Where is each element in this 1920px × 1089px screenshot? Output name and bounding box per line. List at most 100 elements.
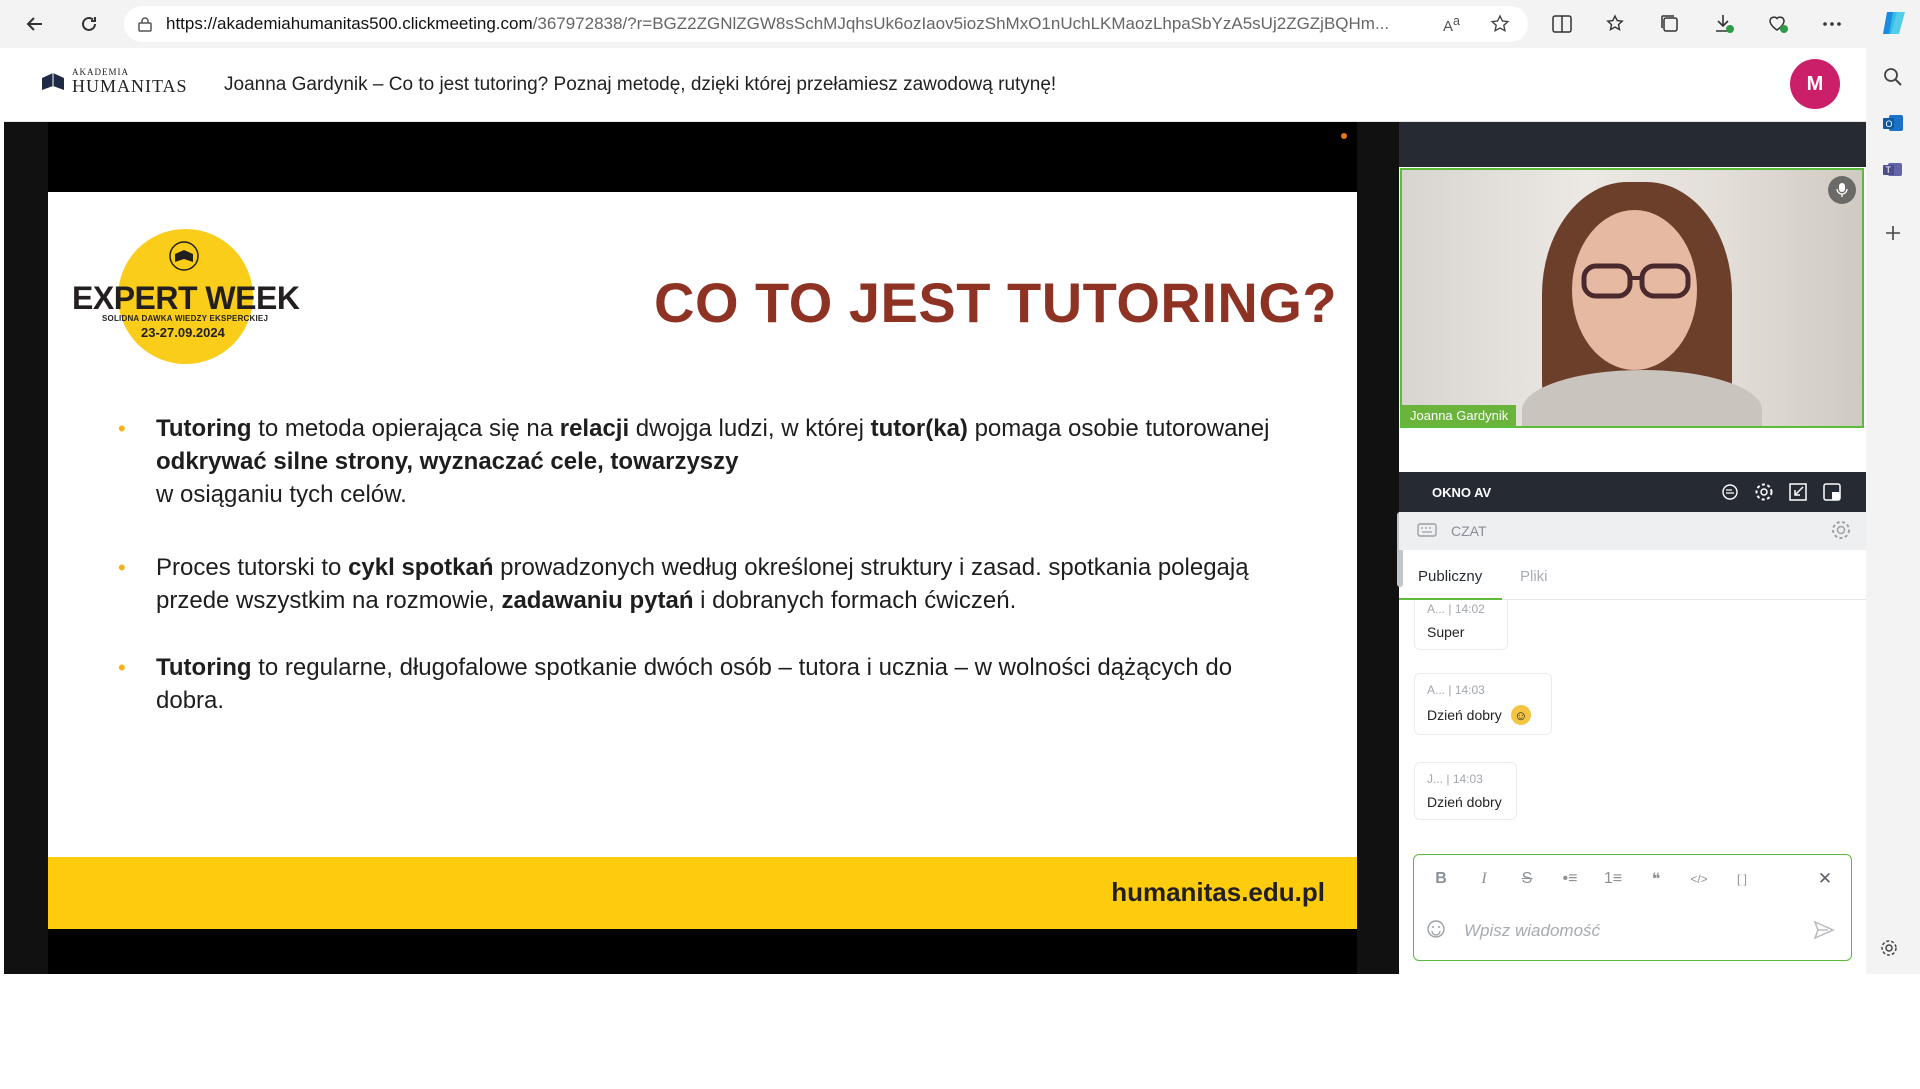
recording-dot <box>1341 133 1347 139</box>
slide-bullet-segment: zadawaniu pytań <box>501 587 694 614</box>
participant-video[interactable]: Joanna Gardynik <box>1400 168 1864 428</box>
chat-message: A... | 14:03 Dzień dobry ☺ <box>1414 673 1552 735</box>
add-panel-icon[interactable] <box>1878 218 1908 248</box>
url-text: https://akademiahumanitas500.clickmeetin… <box>166 14 1390 33</box>
chat-tabs: Publiczny Pliki <box>1399 550 1866 600</box>
minimize-window-icon[interactable] <box>1786 480 1810 504</box>
more-menu-icon[interactable] <box>1815 7 1849 41</box>
expert-week-subtitle: SOLIDNA DAWKA WIEDZY EKSPERCKIEJ <box>102 314 269 323</box>
downloads-icon[interactable] <box>1707 7 1741 41</box>
speaker-name: Joanna Gardynik <box>26 1074 125 1089</box>
chat-messages: A... | 14:02 Super A... | 14:03 Dzień do… <box>1414 600 1854 855</box>
browser-side-panel: O T <box>1866 48 1920 974</box>
slide-bullet-segment: dwojga ludzi, w której <box>629 415 871 442</box>
smile-emoji-icon: ☺ <box>1510 705 1531 725</box>
right-panel: Joanna Gardynik OKNO AV CZAT Publiczny P… <box>1397 122 1866 974</box>
outlook-icon[interactable]: O <box>1878 108 1908 138</box>
chat-message-meta: J... | 14:03 <box>1427 772 1483 786</box>
logo-big-text: HUMANITAS <box>72 76 188 96</box>
inline-code-icon[interactable]: </> <box>1684 865 1714 893</box>
back-icon[interactable] <box>18 7 52 41</box>
strikethrough-icon[interactable]: S <box>1512 865 1542 893</box>
presentation-slide: EXPERT WEEK SOLIDNA DAWKA WIEDZY EKSPERC… <box>48 192 1357 929</box>
slide-bullet-2: Proces tutorski to cykl spotkań prowadzo… <box>118 551 1278 617</box>
expert-week-book-icon <box>169 241 199 271</box>
code-block-icon[interactable]: [ ] <box>1727 865 1757 893</box>
expert-week-date: 23-27.09.2024 <box>141 325 225 340</box>
av-window-bar: OKNO AV <box>1399 472 1866 512</box>
slide-bullet-segment: i dobranych formach ćwiczeń. <box>693 587 1017 614</box>
chat-message-meta: A... | 14:03 <box>1427 683 1485 697</box>
favorite-star-icon[interactable] <box>1490 14 1510 39</box>
browser-toolbar: https://akademiahumanitas500.clickmeetin… <box>0 0 1920 48</box>
book-logo-icon <box>42 72 64 90</box>
chat-bubble-icon[interactable] <box>1718 480 1742 504</box>
user-avatar[interactable]: M <box>1790 59 1840 109</box>
slide-bullet-segment: tutor(ka) <box>870 415 968 442</box>
send-message-icon[interactable] <box>1813 919 1835 946</box>
slide-bullet-segment: odkrywać silne strony, wyznaczać cele, t… <box>156 448 739 475</box>
presentation-stage: EXPERT WEEK SOLIDNA DAWKA WIEDZY EKSPERC… <box>4 122 1399 1089</box>
favorites-icon[interactable] <box>1599 7 1633 41</box>
chat-keyboard-icon <box>1417 523 1437 537</box>
popout-window-icon[interactable] <box>1820 480 1844 504</box>
slide-bullet-segment: cykl spotkań <box>348 554 494 581</box>
slide-bullet-segment: relacji <box>559 415 630 442</box>
close-formatting-icon[interactable]: ✕ <box>1811 865 1839 893</box>
chat-settings-icon[interactable] <box>1830 519 1852 546</box>
slide-bullet-segment: pomaga osobie tutorowanej <box>967 415 1270 442</box>
slide-bullet-segment: Proces tutorski to <box>156 554 349 581</box>
slide-bullet-segment: to metoda opierająca się na <box>251 415 560 442</box>
read-aloud-icon[interactable]: Aa <box>1443 14 1460 39</box>
slide-bullet-segment: Tutoring <box>156 654 252 681</box>
search-icon[interactable] <box>1878 62 1908 92</box>
emoji-picker-icon[interactable] <box>1426 919 1446 944</box>
slide-bullet-3: Tutoring to regularne, długofalowe spotk… <box>118 651 1278 717</box>
speaker-screen-icon <box>8 1076 22 1087</box>
chat-message-meta: A... | 14:02 <box>1427 602 1485 616</box>
health-icon[interactable] <box>1761 7 1795 41</box>
expert-week-title: EXPERT WEEK <box>72 280 300 316</box>
video-participant-name: Joanna Gardynik <box>1402 405 1517 426</box>
copilot-icon[interactable] <box>1879 8 1909 38</box>
tab-public[interactable]: Publiczny <box>1418 568 1482 585</box>
chat-message-text: Dzień dobry <box>1427 794 1502 810</box>
formatting-toolbar: B I S •≡ 1≡ ❝ </> [ ] ✕ <box>1426 865 1841 893</box>
video-glasses <box>1581 263 1691 299</box>
svg-text:O: O <box>1886 119 1893 129</box>
svg-text:T: T <box>1886 165 1892 175</box>
chat-message: A... | 14:02 Super <box>1414 600 1508 650</box>
chat-header: CZAT <box>1399 512 1866 550</box>
chat-message: J... | 14:03 Dzień dobry <box>1414 762 1517 820</box>
collections-icon[interactable] <box>1653 7 1687 41</box>
microphone-icon[interactable] <box>1828 176 1856 204</box>
slide-footer-band: humanitas.edu.pl <box>48 857 1357 929</box>
chat-composer: B I S •≡ 1≡ ❝ </> [ ] ✕ <box>1413 854 1852 961</box>
slide-bullet-segment: to regularne, długofalowe spotkanie dwóc… <box>156 654 1233 714</box>
chat-message-text: Super <box>1427 624 1465 640</box>
webinar-title: Joanna Gardynik – Co to jest tutoring? P… <box>224 74 1057 95</box>
blockquote-icon[interactable]: ❝ <box>1641 865 1671 893</box>
lock-icon <box>138 16 152 32</box>
tab-files[interactable]: Pliki <box>1520 568 1548 585</box>
webinar-header: AKADEMIA HUMANITAS Joanna Gardynik – Co … <box>4 48 1866 122</box>
slide-bullet-1: Tutoring to metoda opierająca się na rel… <box>118 412 1278 511</box>
address-bar[interactable]: https://akademiahumanitas500.clickmeetin… <box>124 6 1528 42</box>
video-area-header <box>1399 122 1866 167</box>
slide-bullet-segment: w osiąganiu tych celów. <box>156 481 407 508</box>
numbered-list-icon[interactable]: 1≡ <box>1598 865 1628 893</box>
teams-icon[interactable]: T <box>1878 154 1908 184</box>
sidebar-settings-icon[interactable] <box>1879 938 1899 963</box>
refresh-icon[interactable] <box>72 7 106 41</box>
chat-message-input[interactable] <box>1464 921 1794 941</box>
italic-icon[interactable]: I <box>1469 865 1499 893</box>
av-settings-gear-icon[interactable] <box>1752 480 1776 504</box>
bold-icon[interactable]: B <box>1426 865 1456 893</box>
speaker-caption: Joanna Gardynik <box>8 1074 124 1089</box>
bullet-list-icon[interactable]: •≡ <box>1555 865 1585 893</box>
akademia-humanitas-logo: AKADEMIA HUMANITAS <box>40 68 188 95</box>
chat-message-text: Dzień dobry <box>1427 707 1502 723</box>
chat-header-label: CZAT <box>1451 523 1487 539</box>
split-screen-icon[interactable] <box>1545 7 1579 41</box>
av-window-label: OKNO AV <box>1432 484 1492 500</box>
